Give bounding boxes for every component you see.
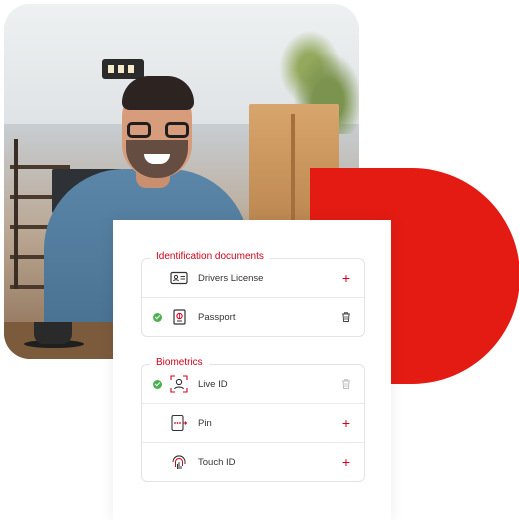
person-hair — [122, 76, 194, 110]
item-label: Live ID — [198, 378, 228, 390]
glasses — [127, 122, 189, 140]
passport-icon — [170, 308, 188, 326]
fingerprint-icon — [170, 453, 188, 471]
list-item-touch-id[interactable]: Touch ID + — [142, 443, 364, 481]
identification-documents-group: Identification documents Drivers License… — [141, 251, 365, 337]
verified-check-icon — [153, 312, 162, 322]
biometrics-group: Biometrics Live ID Pin + Touch ID + — [141, 357, 365, 482]
verified-check-icon — [153, 379, 162, 389]
ceiling-lamp — [102, 59, 144, 79]
list-item-drivers-license[interactable]: Drivers License + — [142, 259, 364, 298]
face-scan-icon — [170, 375, 188, 393]
add-icon[interactable]: + — [340, 416, 352, 430]
coffee-cup — [34, 322, 72, 344]
trash-icon[interactable] — [340, 378, 352, 390]
item-label: Drivers License — [198, 272, 264, 284]
add-icon[interactable]: + — [340, 455, 352, 469]
id-card-icon — [170, 269, 188, 287]
identity-card: Identification documents Drivers License… — [113, 220, 391, 520]
item-label: Touch ID — [198, 456, 236, 468]
item-label: Passport — [198, 311, 236, 323]
trash-icon[interactable] — [340, 311, 352, 323]
list-item-live-id[interactable]: Live ID — [142, 365, 364, 404]
add-icon[interactable]: + — [340, 271, 352, 285]
list-item-passport[interactable]: Passport — [142, 298, 364, 336]
pin-keypad-icon — [170, 414, 188, 432]
list-item-pin[interactable]: Pin + — [142, 404, 364, 443]
item-label: Pin — [198, 417, 212, 429]
